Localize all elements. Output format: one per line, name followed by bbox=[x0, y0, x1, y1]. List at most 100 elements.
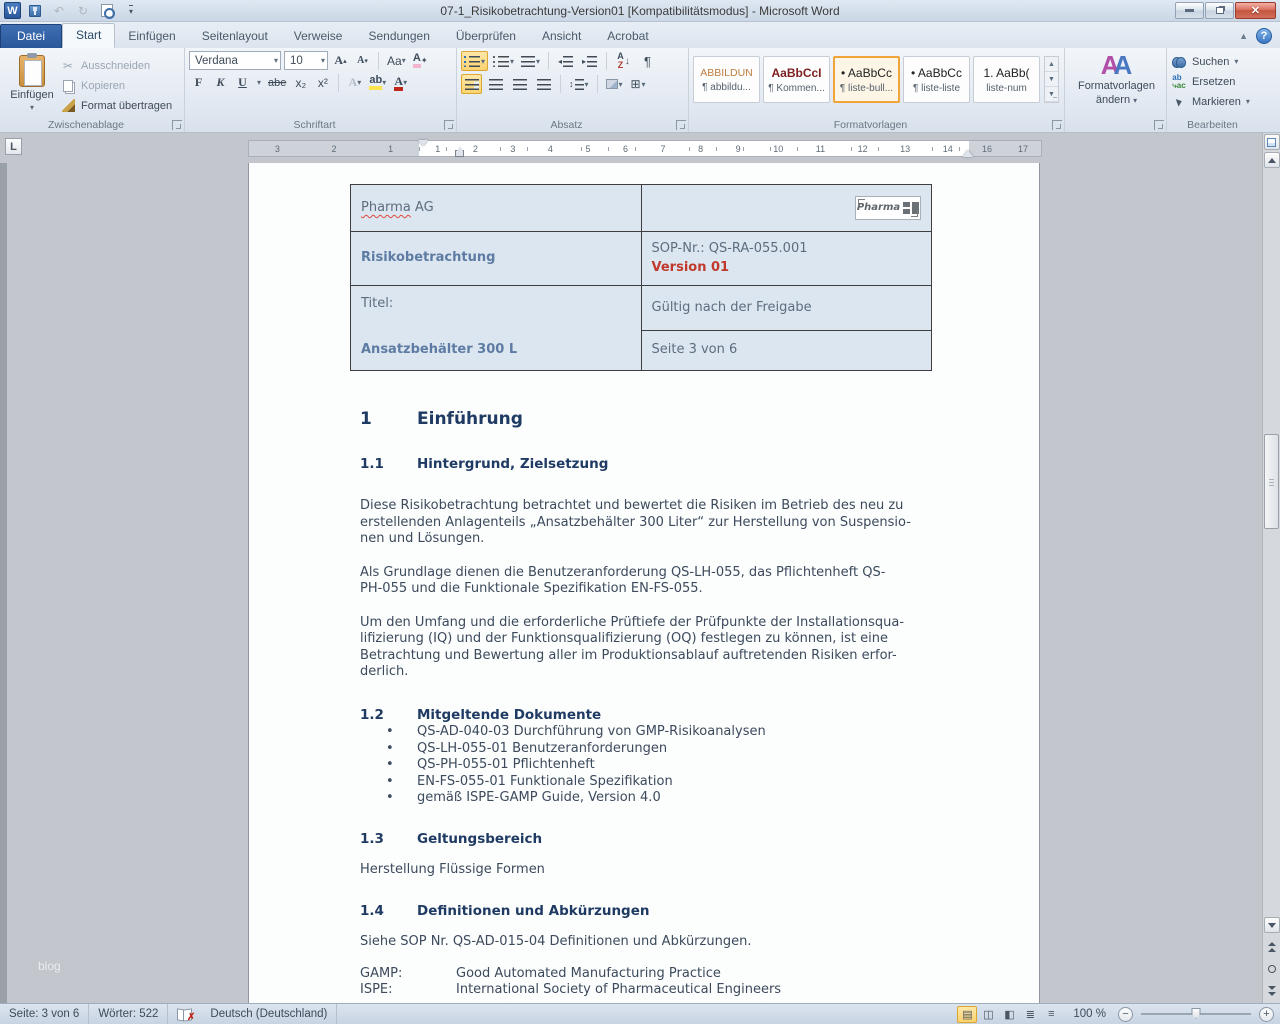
language-indicator[interactable]: Deutsch (Deutschland) bbox=[201, 1004, 338, 1024]
page-indicator[interactable]: Seite: 3 von 6 bbox=[0, 1004, 90, 1024]
shading-button[interactable]: ▾ bbox=[604, 74, 625, 94]
select-browse-object-button[interactable] bbox=[1264, 959, 1280, 979]
close-button[interactable]: ✕ bbox=[1235, 2, 1276, 19]
print-layout-view-button[interactable]: ▤ bbox=[957, 1005, 978, 1023]
replace-button[interactable]: ab ⤷ac Ersetzen bbox=[1171, 73, 1268, 90]
zoom-in-button[interactable]: + bbox=[1259, 1006, 1274, 1022]
chevron-down-icon[interactable]: ▾ bbox=[255, 73, 263, 92]
web-layout-view-button[interactable]: ◧ bbox=[999, 1006, 1019, 1023]
restore-button[interactable] bbox=[1205, 2, 1234, 19]
font-size-combo[interactable]: 10 ▾ bbox=[284, 51, 328, 70]
align-left-button[interactable] bbox=[461, 74, 482, 94]
tab-ansicht[interactable]: Ansicht bbox=[529, 25, 594, 48]
change-case-button[interactable]: Aa ▾ bbox=[385, 51, 408, 70]
scroll-up-button[interactable] bbox=[1263, 152, 1280, 168]
style-kommentar[interactable]: AaBbCcI ¶ Kommen... bbox=[763, 56, 830, 103]
customize-qat-button[interactable]: ▾ bbox=[121, 2, 141, 20]
find-button[interactable]: Suchen ▾ bbox=[1171, 53, 1268, 70]
borders-button[interactable]: ⊞ ▾ bbox=[628, 74, 649, 94]
draft-view-button[interactable]: ≡ bbox=[1041, 1006, 1061, 1023]
zoom-out-button[interactable]: − bbox=[1118, 1006, 1133, 1022]
gallery-more-icon[interactable]: ▼̲ bbox=[1045, 87, 1058, 102]
shrink-font-button[interactable]: A ▾ bbox=[353, 51, 372, 70]
format-painter-button[interactable]: Format übertragen bbox=[60, 97, 172, 114]
increase-indent-button[interactable]: ▸ bbox=[579, 51, 600, 71]
bullet-list-button[interactable]: ▾ bbox=[461, 51, 489, 71]
style-liste-bullet[interactable]: • AaBbCc ¶ liste-bull... bbox=[833, 56, 900, 103]
paste-button[interactable]: Einfügen ▾ bbox=[4, 51, 60, 116]
select-button[interactable]: Markieren ▾ bbox=[1171, 93, 1268, 110]
bold-button[interactable]: F bbox=[189, 73, 208, 92]
scroll-down-button[interactable] bbox=[1263, 917, 1280, 933]
undo-button[interactable]: ↶ bbox=[49, 2, 69, 20]
dialog-launcher-paragraph[interactable] bbox=[676, 120, 686, 130]
redo-button[interactable]: ↻ bbox=[73, 2, 93, 20]
style-liste-liste[interactable]: • AaBbCc ¶ liste-liste bbox=[903, 56, 970, 103]
first-line-indent-marker[interactable] bbox=[418, 140, 428, 146]
italic-button[interactable]: K bbox=[211, 73, 230, 92]
next-page-button[interactable] bbox=[1264, 981, 1280, 1001]
cut-button[interactable]: ✂ Ausschneiden bbox=[60, 57, 172, 74]
sort-button[interactable]: A Z ↓ bbox=[613, 51, 634, 71]
dialog-launcher-change-styles[interactable] bbox=[1154, 120, 1164, 130]
gallery-up-icon[interactable]: ▲ bbox=[1045, 57, 1058, 72]
horizontal-ruler[interactable]: 321 1 2 3 4 5 6 7 8 9 10 11 12 13 14 16 17 bbox=[248, 140, 1042, 157]
print-preview-button[interactable] bbox=[97, 2, 117, 20]
scrollbar-thumb[interactable] bbox=[1264, 434, 1279, 529]
style-abbildung[interactable]: ABBILDUN ¶ abbildu... bbox=[693, 56, 760, 103]
collapse-ribbon-icon[interactable]: ▲ bbox=[1239, 31, 1248, 41]
minimize-button[interactable] bbox=[1175, 2, 1204, 19]
strikethrough-button[interactable]: abe bbox=[266, 73, 288, 92]
left-indent-marker[interactable] bbox=[455, 146, 464, 157]
gallery-down-icon[interactable]: ▼ bbox=[1045, 72, 1058, 87]
help-button[interactable]: ? bbox=[1256, 28, 1272, 44]
tab-ueberpruefen[interactable]: Überprüfen bbox=[443, 25, 529, 48]
tab-seitenlayout[interactable]: Seitenlayout bbox=[189, 25, 281, 48]
ruler-toggle-button[interactable] bbox=[1263, 134, 1280, 150]
tab-einfuegen[interactable]: Einfügen bbox=[115, 25, 188, 48]
zoom-slider-track[interactable] bbox=[1141, 1008, 1251, 1019]
zoom-slider-thumb[interactable] bbox=[1191, 1008, 1201, 1019]
subscript-button[interactable]: x₂ bbox=[291, 73, 310, 92]
tab-acrobat[interactable]: Acrobat bbox=[594, 25, 661, 48]
tab-start[interactable]: Start bbox=[62, 23, 116, 48]
justify-button[interactable] bbox=[533, 74, 554, 94]
previous-page-button[interactable] bbox=[1264, 937, 1280, 957]
font-name-combo[interactable]: Verdana ▾ bbox=[189, 51, 281, 70]
outline-view-button[interactable]: ≣ bbox=[1020, 1006, 1040, 1023]
decrease-indent-button[interactable]: ◂ bbox=[555, 51, 576, 71]
right-indent-marker[interactable] bbox=[963, 150, 973, 157]
save-button[interactable] bbox=[25, 2, 45, 20]
line-spacing-button[interactable]: ↕ ▾ bbox=[567, 74, 591, 94]
multilevel-list-button[interactable]: ▾ bbox=[519, 51, 542, 71]
superscript-button[interactable]: x² bbox=[313, 73, 332, 92]
align-right-button[interactable] bbox=[509, 74, 530, 94]
tab-datei[interactable]: Datei bbox=[0, 24, 63, 48]
show-paragraph-marks-button[interactable]: ¶ bbox=[637, 51, 658, 71]
style-liste-num[interactable]: 1. AaBb( liste-num bbox=[973, 56, 1040, 103]
scrollbar-track[interactable] bbox=[1263, 169, 1280, 916]
numbered-list-button[interactable]: ▾ bbox=[491, 51, 516, 71]
dialog-launcher-font[interactable] bbox=[444, 120, 454, 130]
document-body[interactable]: 1 Einführung 1.1 Hintergrund, Zielsetzung … bbox=[360, 411, 935, 999]
copy-button[interactable]: Kopieren bbox=[60, 77, 172, 94]
fullscreen-reading-view-button[interactable]: ◫ bbox=[978, 1006, 998, 1023]
proofing-status[interactable]: ✗ bbox=[168, 1004, 201, 1024]
grow-font-button[interactable]: A ▴ bbox=[331, 51, 350, 70]
tab-sendungen[interactable]: Sendungen bbox=[355, 25, 442, 48]
tab-verweise[interactable]: Verweise bbox=[281, 25, 356, 48]
dialog-launcher-clipboard[interactable] bbox=[172, 120, 182, 130]
font-color-button[interactable]: A ▾ bbox=[391, 73, 410, 92]
highlight-button[interactable]: ab ▾ bbox=[367, 73, 388, 92]
dialog-launcher-styles[interactable] bbox=[1052, 120, 1062, 130]
text-effects-button[interactable]: A ▾ bbox=[345, 73, 364, 92]
tab-stop-selector[interactable]: L bbox=[5, 138, 22, 155]
underline-button[interactable]: U bbox=[233, 73, 252, 92]
clear-formatting-button[interactable]: A ✦ bbox=[411, 51, 430, 70]
word-count[interactable]: Wörter: 522 bbox=[89, 1004, 169, 1024]
document-page[interactable]: Pharma AG Pharma Risikobetrachtung SOP-N… bbox=[248, 163, 1040, 1003]
change-styles-button[interactable]: AA Formatvorlagen ändern ▾ bbox=[1065, 48, 1167, 132]
word-app-icon[interactable]: W bbox=[4, 2, 21, 19]
zoom-level[interactable]: 100 % bbox=[1073, 1008, 1106, 1020]
align-center-button[interactable] bbox=[485, 74, 506, 94]
